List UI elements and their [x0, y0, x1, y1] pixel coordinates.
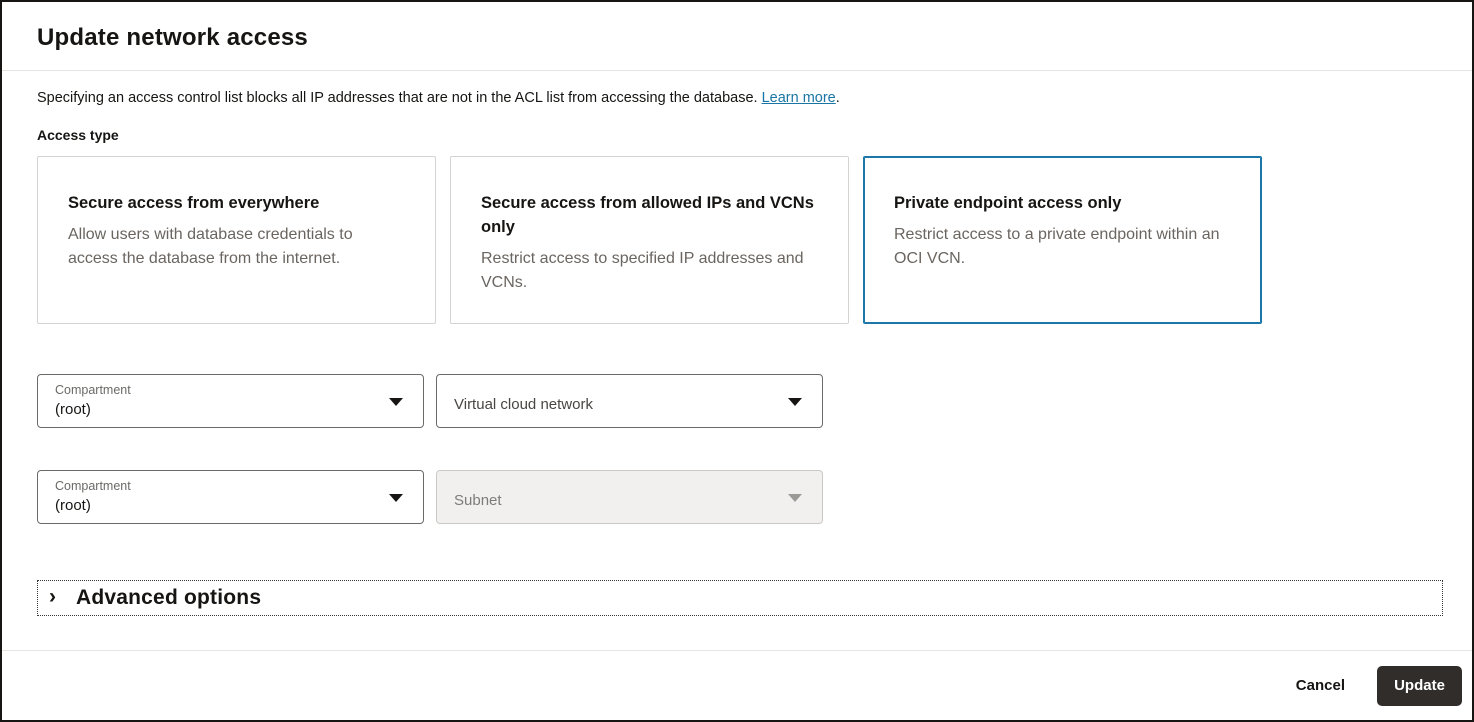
select-placeholder: Subnet: [454, 492, 502, 509]
chevron-down-icon: [389, 398, 403, 406]
select-floating-label: Compartment: [55, 479, 131, 493]
dialog-body: Specifying an access control list blocks…: [2, 71, 1472, 650]
select-value: (root): [55, 497, 91, 514]
update-button[interactable]: Update: [1377, 665, 1462, 706]
advanced-options-label: Advanced options: [76, 586, 262, 609]
advanced-options-expander[interactable]: › Advanced options: [37, 580, 1443, 616]
description-main: Specifying an access control list blocks…: [37, 90, 758, 106]
dialog-header: Update network access: [2, 2, 1472, 71]
access-card-description: Restrict access to a private endpoint wi…: [894, 226, 1220, 267]
dialog-footer: Cancel Update: [2, 650, 1472, 720]
description-period: .: [835, 90, 840, 106]
access-card-title: Private endpoint access only: [894, 194, 1122, 212]
learn-more-link[interactable]: Learn more: [762, 90, 836, 106]
access-type-label: Access type: [37, 127, 119, 143]
select-placeholder: Virtual cloud network: [454, 396, 593, 413]
select-floating-label: Compartment: [55, 383, 131, 397]
access-card-allowed-ips[interactable]: Secure access from allowed IPs and VCNs …: [450, 156, 849, 324]
chevron-down-icon: [389, 494, 403, 502]
description-text: Specifying an access control list blocks…: [37, 90, 1438, 106]
access-card-everywhere[interactable]: Secure access from everywhere Allow user…: [37, 156, 436, 324]
subnet-select[interactable]: Subnet: [436, 470, 823, 524]
access-card-title: Secure access from everywhere: [68, 194, 320, 212]
chevron-down-icon: [788, 494, 802, 502]
dialog-title: Update network access: [37, 24, 308, 51]
access-card-description: Allow users with database credentials to…: [68, 226, 353, 267]
cancel-button[interactable]: Cancel: [1280, 667, 1361, 704]
chevron-right-icon: ›: [49, 585, 56, 608]
select-value: (root): [55, 401, 91, 418]
access-type-cards: Secure access from everywhere Allow user…: [37, 156, 1438, 324]
virtual-cloud-network-select[interactable]: Virtual cloud network: [436, 374, 823, 428]
vcn-row: Compartment (root) Virtual cloud network: [37, 374, 1438, 428]
subnet-row: Compartment (root) Subnet: [37, 470, 1438, 524]
access-card-title: Secure access from allowed IPs and VCNs …: [481, 194, 814, 236]
subnet-compartment-select[interactable]: Compartment (root): [37, 470, 424, 524]
vcn-compartment-select[interactable]: Compartment (root): [37, 374, 424, 428]
access-card-private-endpoint[interactable]: Private endpoint access only Restrict ac…: [863, 156, 1262, 324]
access-card-description: Restrict access to specified IP addresse…: [481, 250, 804, 291]
chevron-down-icon: [788, 398, 802, 406]
update-network-access-dialog: Update network access Specifying an acce…: [0, 0, 1474, 722]
